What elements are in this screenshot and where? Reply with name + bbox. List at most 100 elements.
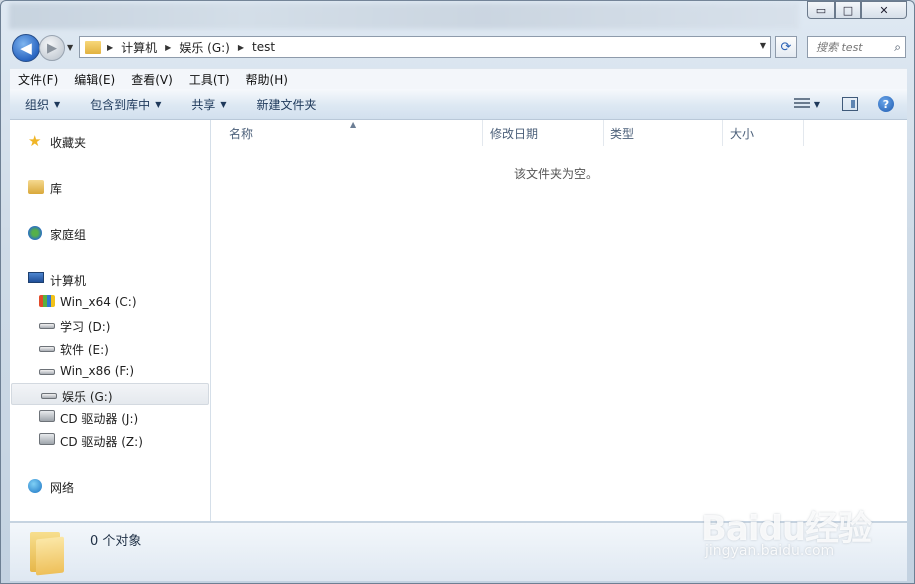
system-drive-icon [39,295,55,307]
sidebar-item-label: 软件 (E:) [60,343,109,357]
homegroup-icon [28,226,42,240]
baidu-watermark: Baidu经验 jingyan.baidu.com [701,481,901,571]
sidebar-item-label: 计算机 [50,274,87,288]
breadcrumb-computer[interactable]: 计算机 [121,39,157,56]
menu-bar: 文件(F) 编辑(E) 查看(V) 工具(T) 帮助(H) [10,68,907,89]
back-arrow-icon: ◀ [20,39,32,57]
breadcrumb-folder[interactable]: test [252,40,275,54]
sidebar-item-favorites[interactable]: ★ 收藏夹 [10,130,210,152]
drive-icon [39,346,55,352]
sidebar-item-label: Win_x64 (C:) [60,295,137,309]
file-list[interactable]: ▲ 名称 修改日期 类型 大小 该文件夹为空。 [211,120,907,521]
drive-icon [39,323,55,329]
help-icon[interactable]: ? [878,96,894,112]
menu-edit[interactable]: 编辑(E) [66,71,123,88]
item-count: 0 个对象 [90,534,142,549]
recent-pages-dropdown[interactable]: ▼ [67,43,73,52]
refresh-icon: ⟳ [780,39,792,55]
sidebar-item-label: 收藏夹 [50,136,87,150]
sidebar-item-libraries[interactable]: 库 [10,176,210,198]
sidebar-item-homegroup[interactable]: 家庭组 [10,222,210,244]
refresh-button[interactable]: ⟳ [775,36,797,58]
new-folder-button[interactable]: 新建文件夹 [242,96,332,113]
search-input[interactable] [814,40,888,55]
breadcrumb: ▶ 计算机 ▶ 娱乐 (G:) ▶ test [107,39,275,56]
close-button[interactable]: ✕ [861,1,907,19]
sidebar-item-label: 娱乐 (G:) [62,390,113,404]
new-folder-label: 新建文件夹 [256,97,317,112]
address-bar[interactable]: ▶ 计算机 ▶ 娱乐 (G:) ▶ test ▼ [79,36,771,58]
sidebar-item-drive-g[interactable]: 娱乐 (G:) [11,383,209,405]
title-bar [9,3,799,29]
organize-button[interactable]: 组织 ▼ [10,96,75,113]
include-in-library-button[interactable]: 包含到库中 ▼ [75,96,176,113]
column-type[interactable]: 类型 [602,120,723,146]
watermark-url: jingyan.baidu.com [705,543,835,559]
sidebar-item-label: CD 驱动器 (J:) [60,412,139,426]
library-icon [28,180,44,194]
sidebar-item-drive-z[interactable]: CD 驱动器 (Z:) [10,429,210,451]
cd-drive-icon [39,410,55,422]
sidebar-item-label: Win_x86 (F:) [60,364,135,378]
search-box[interactable]: ⌕ [807,36,906,58]
sidebar-item-label: 学习 (D:) [60,320,111,334]
forward-button[interactable]: ▶ [39,35,65,61]
chevron-down-icon: ▼ [220,99,227,109]
chevron-right-icon[interactable]: ▶ [238,43,244,52]
preview-pane-icon[interactable] [842,97,858,111]
cd-drive-icon [39,433,55,445]
share-button[interactable]: 共享 ▼ [176,96,241,113]
command-bar: 组织 ▼ 包含到库中 ▼ 共享 ▼ 新建文件夹 ▼ ? [10,89,907,120]
address-history-dropdown[interactable]: ▼ [760,41,766,50]
breadcrumb-drive[interactable]: 娱乐 (G:) [179,39,230,56]
sidebar-item-drive-e[interactable]: 软件 (E:) [10,337,210,359]
folder-icon [30,528,66,576]
chevron-down-icon: ▼ [155,99,162,109]
folder-icon [85,40,101,54]
navigation-bar: ◀ ▶ ▼ ▶ 计算机 ▶ 娱乐 (G:) ▶ test ▼ ⟳ ⌕ [1,31,914,63]
menu-view[interactable]: 查看(V) [123,71,181,88]
sidebar-item-network[interactable]: 网络 [10,475,210,497]
sidebar-item-label: 家庭组 [50,228,87,242]
explorer-window: ▭ □ ✕ ◀ ▶ ▼ ▶ 计算机 ▶ 娱乐 (G:) ▶ test ▼ ⟳ ⌕… [0,0,915,584]
column-headers: ▲ 名称 修改日期 类型 大小 [211,120,907,146]
navigation-pane: ★ 收藏夹 库 家庭组 计算机 Win_x64 (C:) 学习 (D:) 软件 … [10,120,211,521]
sidebar-item-drive-d[interactable]: 学习 (D:) [10,314,210,336]
computer-icon [28,272,44,283]
close-icon: ✕ [879,3,889,17]
minimize-icon: ▭ [815,3,827,17]
chevron-right-icon[interactable]: ▶ [107,43,113,52]
star-icon: ★ [28,132,42,150]
sidebar-item-computer[interactable]: 计算机 [10,268,210,290]
search-icon[interactable]: ⌕ [894,40,901,55]
column-date-modified[interactable]: 修改日期 [482,120,604,146]
include-in-library-label: 包含到库中 [90,97,151,112]
view-options-dropdown[interactable]: ▼ [814,100,820,109]
organize-label: 组织 [25,97,50,112]
sidebar-item-label: CD 驱动器 (Z:) [60,435,143,449]
maximize-icon: □ [842,3,854,17]
minimize-button[interactable]: ▭ [807,1,835,19]
sidebar-item-label: 网络 [50,481,75,495]
column-name[interactable]: 名称 [221,120,483,146]
drive-icon [39,369,55,375]
column-size[interactable]: 大小 [722,120,804,146]
menu-help[interactable]: 帮助(H) [238,71,296,88]
chevron-down-icon: ▼ [54,99,61,109]
menu-tools[interactable]: 工具(T) [181,71,238,88]
sidebar-item-drive-j[interactable]: CD 驱动器 (J:) [10,406,210,428]
network-icon [28,479,42,493]
maximize-button[interactable]: □ [835,1,861,19]
drive-icon [41,393,57,399]
empty-folder-message: 该文件夹为空。 [513,167,598,181]
chevron-right-icon[interactable]: ▶ [165,43,171,52]
toolbar-right: ▼ ? [793,89,907,119]
change-view-icon[interactable] [793,98,810,110]
sidebar-item-drive-f[interactable]: Win_x86 (F:) [10,360,210,382]
sidebar-item-label: 库 [50,182,63,196]
back-button[interactable]: ◀ [12,34,40,62]
sidebar-item-drive-c[interactable]: Win_x64 (C:) [10,291,210,313]
share-label: 共享 [191,97,216,112]
forward-arrow-icon: ▶ [47,40,57,56]
menu-file[interactable]: 文件(F) [10,71,66,88]
